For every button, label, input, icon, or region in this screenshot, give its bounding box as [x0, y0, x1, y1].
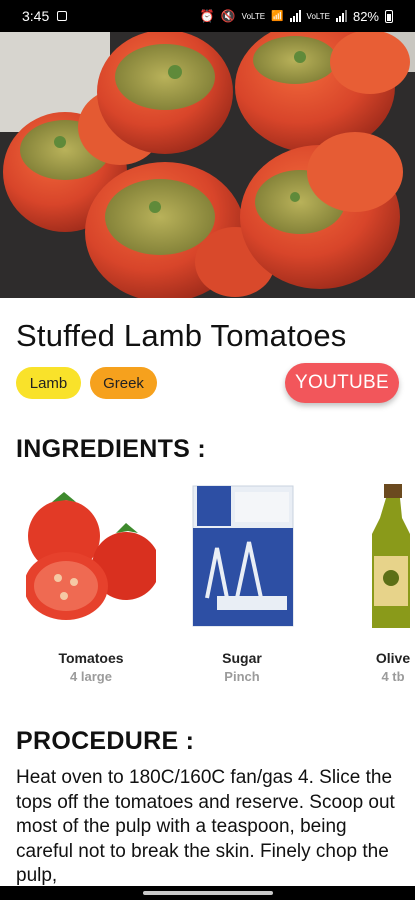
signal-icon: [289, 10, 301, 22]
ingredients-title: INGREDIENTS :: [16, 435, 207, 463]
navigation-bar: [0, 886, 415, 900]
procedure-text: Heat oven to 180C/160C fan/gas 4. Slice …: [16, 767, 395, 886]
sugar-image: [177, 478, 307, 638]
ingredient-qty: 4 tb: [381, 669, 405, 684]
mute-icon: 🔇: [220, 9, 236, 23]
ingredient-card[interactable]: Olive 4 tb: [328, 478, 415, 684]
ingredient-card[interactable]: Sugar Pinch: [177, 478, 307, 684]
wifi-icon: 📶: [271, 10, 284, 22]
recipe-title: Stuffed Lamb Tomatoes: [16, 318, 347, 353]
ingredient-name: Olive: [375, 650, 411, 666]
battery-icon: [385, 9, 393, 23]
home-handle[interactable]: [142, 891, 273, 895]
procedure-title: PROCEDURE :: [16, 727, 195, 755]
image-icon: [57, 11, 68, 21]
volte-icon: VoLTE: [241, 11, 266, 21]
ingredient-qty: 4 large: [70, 669, 112, 684]
stuffed-tomatoes-photo: [0, 32, 415, 298]
ingredient-card[interactable]: Tomatoes 4 large: [24, 478, 160, 684]
ingredient-qty: Pinch: [224, 669, 260, 684]
youtube-button[interactable]: YOUTUBE: [285, 363, 399, 403]
ingredient-name: Tomatoes: [58, 650, 124, 666]
alarm-icon: ⏰: [199, 9, 215, 23]
battery-percent: 82%: [352, 8, 379, 24]
signal-icon: [335, 10, 347, 22]
status-bar: 3:45 ⏰ 🔇 VoLTE 📶 VoLTE 82%: [0, 0, 415, 32]
tag-greek[interactable]: Greek: [90, 367, 157, 399]
tomato-image: [24, 478, 160, 638]
status-right: ⏰ 🔇 VoLTE 📶 VoLTE 82%: [200, 9, 393, 24]
ingredient-name: Sugar: [222, 650, 262, 666]
olive-oil-image: [328, 478, 415, 638]
tag-lamb[interactable]: Lamb: [16, 367, 81, 399]
status-time: 3:45: [22, 8, 50, 24]
volte-icon: VoLTE: [306, 11, 330, 21]
status-left: 3:45: [22, 8, 68, 24]
hero-image: [0, 32, 415, 298]
